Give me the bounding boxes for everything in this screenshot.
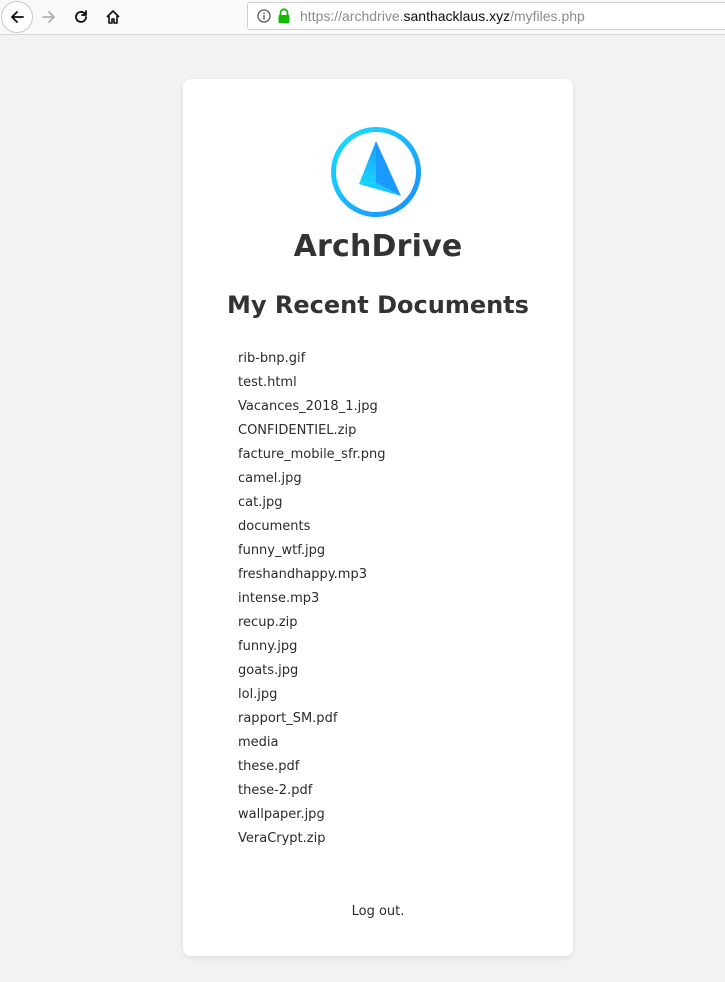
file-item[interactable]: goats.jpg [238,661,386,685]
archdrive-logo-icon [331,127,421,217]
file-item[interactable]: these-2.pdf [238,781,386,805]
documents-card: ArchDrive My Recent Documents rib-bnp.gi… [183,79,573,956]
file-item[interactable]: funny_wtf.jpg [238,541,386,565]
file-item[interactable]: recup.zip [238,613,386,637]
file-item[interactable]: rapport_SM.pdf [238,709,386,733]
file-item[interactable]: lol.jpg [238,685,386,709]
reload-icon [75,10,87,23]
arrow-left-icon [11,11,24,23]
file-item[interactable]: rib-bnp.gif [238,349,386,373]
url-text: https://archdrive.santhacklaus.xyz/myfil… [300,8,585,24]
info-icon[interactable] [257,9,271,23]
forward-button[interactable] [34,2,64,32]
page-heading: My Recent Documents [227,291,529,319]
app-title: ArchDrive [293,229,463,264]
file-item[interactable]: facture_mobile_sfr.png [238,445,386,469]
home-button[interactable] [98,2,128,32]
file-item[interactable]: these.pdf [238,757,386,781]
file-item[interactable]: intense.mp3 [238,589,386,613]
url-domain: santhacklaus.xyz [403,8,511,24]
file-item[interactable]: wallpaper.jpg [238,805,386,829]
url-scheme: https://archdrive. [300,8,404,24]
file-item[interactable]: CONFIDENTIEL.zip [238,421,386,445]
back-button[interactable] [1,1,33,33]
file-item[interactable]: documents [238,517,386,541]
browser-toolbar: https://archdrive.santhacklaus.xyz/myfil… [0,0,725,35]
file-item[interactable]: camel.jpg [238,469,386,493]
file-item[interactable]: funny.jpg [238,637,386,661]
url-path: /myfiles.php [510,8,585,24]
file-item[interactable]: Vacances_2018_1.jpg [238,397,386,421]
home-icon [106,10,120,24]
logout-link[interactable]: Log out. [183,904,573,919]
file-item[interactable]: test.html [238,373,386,397]
lock-icon[interactable] [277,8,291,24]
file-item[interactable]: freshandhappy.mp3 [238,565,386,589]
arrow-right-icon [42,11,55,23]
file-item[interactable]: cat.jpg [238,493,386,517]
reload-button[interactable] [66,2,96,32]
file-list: rib-bnp.gif test.html Vacances_2018_1.jpg C… [238,349,386,853]
url-bar[interactable]: https://archdrive.santhacklaus.xyz/myfil… [247,2,725,30]
file-item[interactable]: media [238,733,386,757]
file-item[interactable]: VeraCrypt.zip [238,829,386,853]
